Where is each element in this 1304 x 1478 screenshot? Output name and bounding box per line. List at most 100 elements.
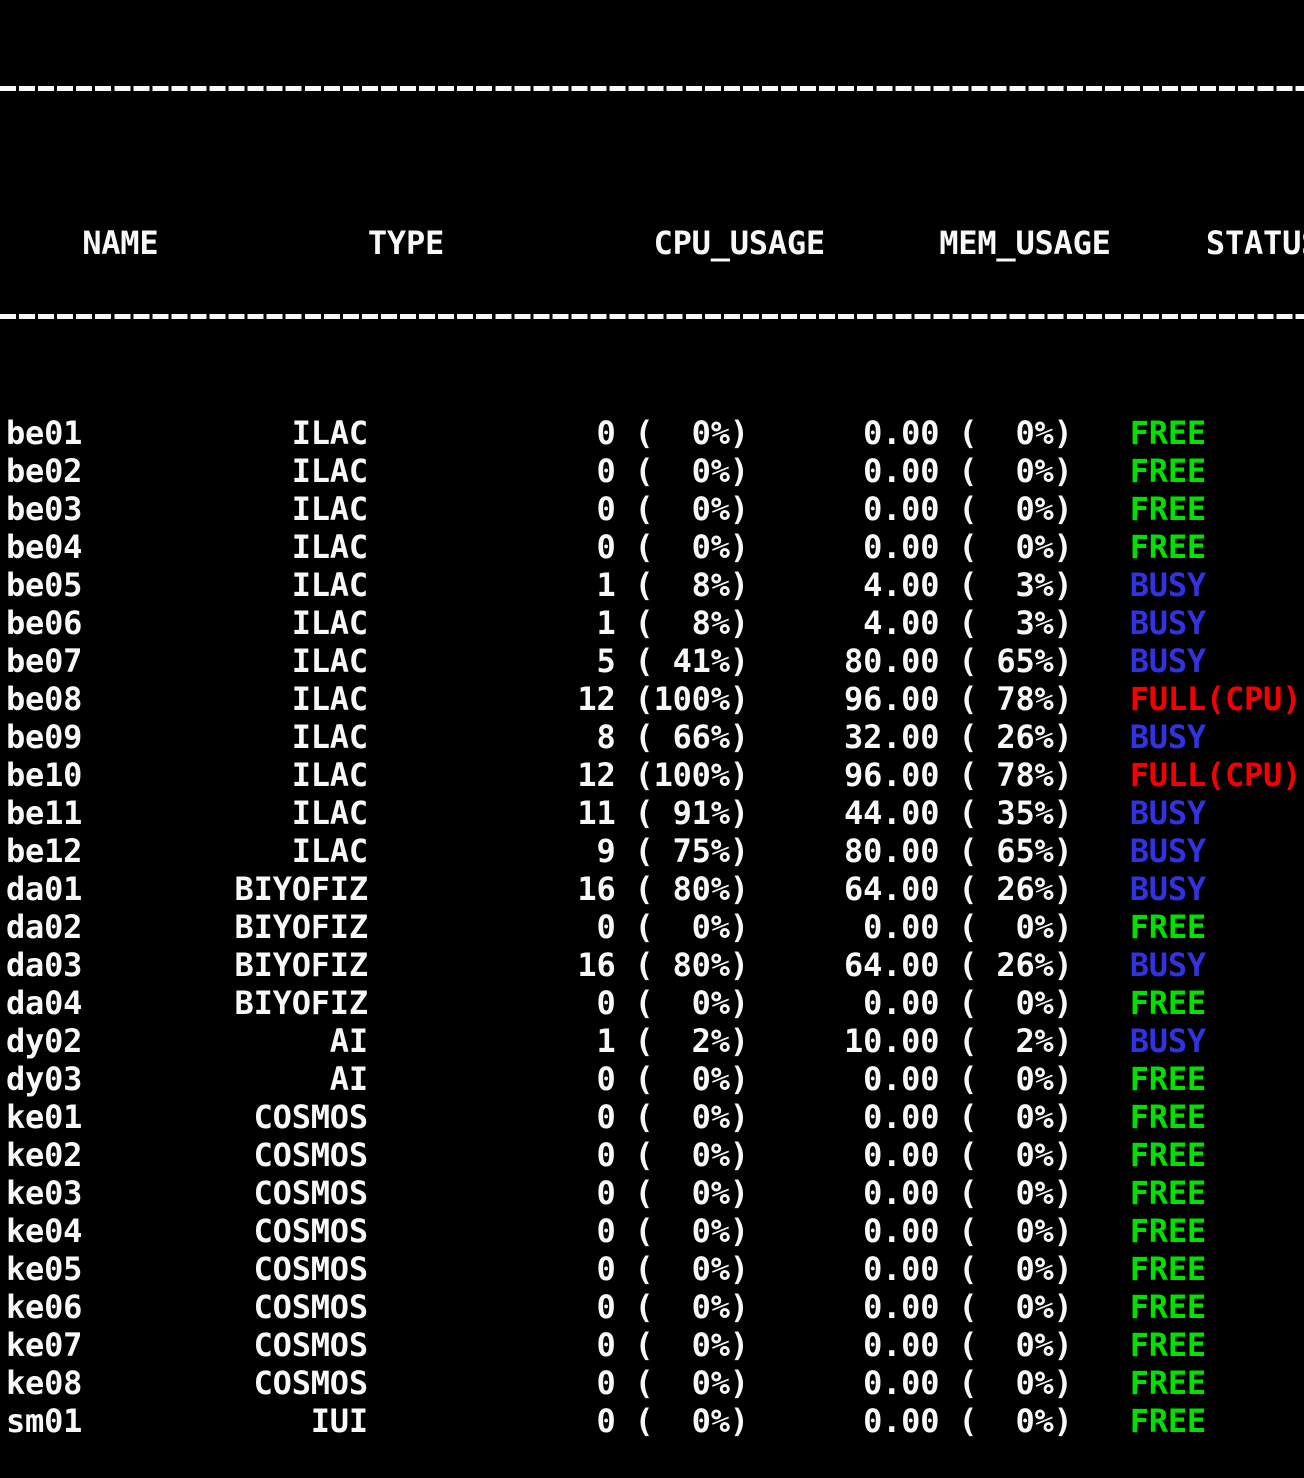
table-row: be11 ILAC 11 ( 91%) 44.00 ( 35%) BUSY — [6, 794, 1304, 832]
type-cell: COSMOS — [216, 1364, 368, 1402]
table-row: ke04 COSMOS 0 ( 0%) 0.00 ( 0%) FREE — [6, 1212, 1304, 1250]
status-cell: FREE — [1073, 984, 1206, 1022]
name-cell: ke04 — [6, 1212, 216, 1250]
mem-usage-cell: 0.00 ( 0%) — [749, 984, 1073, 1022]
cpu-usage-cell: 0 ( 0%) — [368, 452, 749, 490]
type-cell: COSMOS — [216, 1098, 368, 1136]
status-cell: BUSY — [1073, 832, 1206, 870]
node-rows: be01 ILAC 0 ( 0%) 0.00 ( 0%) FREEbe02 IL… — [6, 414, 1304, 1440]
mem-usage-cell: 4.00 ( 3%) — [749, 566, 1073, 604]
name-cell: be03 — [6, 490, 216, 528]
table-row: be12 ILAC 9 ( 75%) 80.00 ( 65%) BUSY — [6, 832, 1304, 870]
mem-usage-cell: 44.00 ( 35%) — [749, 794, 1073, 832]
name-cell: ke02 — [6, 1136, 216, 1174]
type-cell: ILAC — [216, 642, 368, 680]
table-row: ke01 COSMOS 0 ( 0%) 0.00 ( 0%) FREE — [6, 1098, 1304, 1136]
status-cell: FREE — [1073, 1250, 1206, 1288]
mem-usage-cell: 0.00 ( 0%) — [749, 1098, 1073, 1136]
cpu-usage-cell: 1 ( 8%) — [368, 604, 749, 642]
table-row: ke03 COSMOS 0 ( 0%) 0.00 ( 0%) FREE — [6, 1174, 1304, 1212]
mem-usage-cell: 0.00 ( 0%) — [749, 1174, 1073, 1212]
table-row: ke02 COSMOS 0 ( 0%) 0.00 ( 0%) FREE — [6, 1136, 1304, 1174]
mem-usage-cell: 96.00 ( 78%) — [749, 680, 1073, 718]
status-cell: FREE — [1073, 414, 1206, 452]
table-row: be04 ILAC 0 ( 0%) 0.00 ( 0%) FREE — [6, 528, 1304, 566]
cpu-usage-cell: 16 ( 80%) — [368, 870, 749, 908]
terminal-screen: NAME TYPE CPU_USAGE MEM_USAGE STATUS be0… — [0, 0, 1304, 1136]
type-cell: BIYOFIZ — [216, 984, 368, 1022]
cpu-usage-cell: 0 ( 0%) — [368, 1136, 749, 1174]
mem-usage-cell: 0.00 ( 0%) — [749, 1402, 1073, 1440]
status-cell: FREE — [1073, 452, 1206, 490]
cpu-usage-cell: 0 ( 0%) — [368, 1212, 749, 1250]
mem-usage-cell: 64.00 ( 26%) — [749, 946, 1073, 984]
type-cell: ILAC — [216, 566, 368, 604]
type-cell: BIYOFIZ — [216, 946, 368, 984]
status-cell: FREE — [1073, 1402, 1206, 1440]
type-cell: ILAC — [216, 490, 368, 528]
cpu-usage-cell: 1 ( 2%) — [368, 1022, 749, 1060]
status-cell: BUSY — [1073, 794, 1206, 832]
cpu-usage-cell: 5 ( 41%) — [368, 642, 749, 680]
name-cell: be12 — [6, 832, 216, 870]
mem-usage-cell: 80.00 ( 65%) — [749, 642, 1073, 680]
cpu-usage-cell: 0 ( 0%) — [368, 1060, 749, 1098]
cpu-usage-cell: 0 ( 0%) — [368, 1174, 749, 1212]
cpu-usage-cell: 1 ( 8%) — [368, 566, 749, 604]
status-cell: FREE — [1073, 1060, 1206, 1098]
name-cell: be09 — [6, 718, 216, 756]
type-cell: ILAC — [216, 680, 368, 718]
type-cell: COSMOS — [216, 1136, 368, 1174]
cpu-usage-cell: 0 ( 0%) — [368, 1250, 749, 1288]
type-cell: ILAC — [216, 756, 368, 794]
status-cell: BUSY — [1073, 870, 1206, 908]
table-row: ke06 COSMOS 0 ( 0%) 0.00 ( 0%) FREE — [6, 1288, 1304, 1326]
table-row: dy02 AI 1 ( 2%) 10.00 ( 2%) BUSY — [6, 1022, 1304, 1060]
status-cell: FULL(CPU) — [1073, 756, 1302, 794]
mem-usage-cell: 0.00 ( 0%) — [749, 490, 1073, 528]
name-cell: be11 — [6, 794, 216, 832]
status-cell: FREE — [1073, 1364, 1206, 1402]
cpu-usage-cell: 12 (100%) — [368, 680, 749, 718]
table-row: da03 BIYOFIZ 16 ( 80%) 64.00 ( 26%) BUSY — [6, 946, 1304, 984]
name-cell: be07 — [6, 642, 216, 680]
status-cell: BUSY — [1073, 642, 1206, 680]
cpu-usage-cell: 0 ( 0%) — [368, 908, 749, 946]
cpu-usage-cell: 0 ( 0%) — [368, 528, 749, 566]
table-row: da04 BIYOFIZ 0 ( 0%) 0.00 ( 0%) FREE — [6, 984, 1304, 1022]
table-row: be08 ILAC 12 (100%) 96.00 ( 78%) FULL(CP… — [6, 680, 1304, 718]
type-cell: COSMOS — [216, 1212, 368, 1250]
name-cell: be06 — [6, 604, 216, 642]
column-header-name: NAME — [82, 224, 158, 262]
type-cell: ILAC — [216, 718, 368, 756]
name-cell: be10 — [6, 756, 216, 794]
table-row: ke05 COSMOS 0 ( 0%) 0.00 ( 0%) FREE — [6, 1250, 1304, 1288]
table-row: be05 ILAC 1 ( 8%) 4.00 ( 3%) BUSY — [6, 566, 1304, 604]
mem-usage-cell: 0.00 ( 0%) — [749, 908, 1073, 946]
status-cell: BUSY — [1073, 718, 1206, 756]
cpu-usage-cell: 0 ( 0%) — [368, 1402, 749, 1440]
type-cell: COSMOS — [216, 1288, 368, 1326]
cpu-usage-cell: 0 ( 0%) — [368, 1288, 749, 1326]
mem-usage-cell: 64.00 ( 26%) — [749, 870, 1073, 908]
table-row: be02 ILAC 0 ( 0%) 0.00 ( 0%) FREE — [6, 452, 1304, 490]
status-cell: FREE — [1073, 490, 1206, 528]
type-cell: ILAC — [216, 414, 368, 452]
status-cell: FREE — [1073, 1174, 1206, 1212]
cpu-usage-cell: 8 ( 66%) — [368, 718, 749, 756]
mem-usage-cell: 0.00 ( 0%) — [749, 1364, 1073, 1402]
name-cell: da03 — [6, 946, 216, 984]
column-header-status: STATUS — [1111, 224, 1304, 262]
type-cell: ILAC — [216, 528, 368, 566]
table-row: da01 BIYOFIZ 16 ( 80%) 64.00 ( 26%) BUSY — [6, 870, 1304, 908]
mem-usage-cell: 96.00 ( 78%) — [749, 756, 1073, 794]
status-cell: BUSY — [1073, 1022, 1206, 1060]
mem-usage-cell: 0.00 ( 0%) — [749, 1326, 1073, 1364]
type-cell: ILAC — [216, 832, 368, 870]
mem-usage-cell: 80.00 ( 65%) — [749, 832, 1073, 870]
table-row: ke08 COSMOS 0 ( 0%) 0.00 ( 0%) FREE — [6, 1364, 1304, 1402]
cpu-usage-cell: 0 ( 0%) — [368, 1098, 749, 1136]
table-header: NAME TYPE CPU_USAGE MEM_USAGE STATUS — [6, 186, 1304, 224]
name-cell: be05 — [6, 566, 216, 604]
table-row: ke07 COSMOS 0 ( 0%) 0.00 ( 0%) FREE — [6, 1326, 1304, 1364]
